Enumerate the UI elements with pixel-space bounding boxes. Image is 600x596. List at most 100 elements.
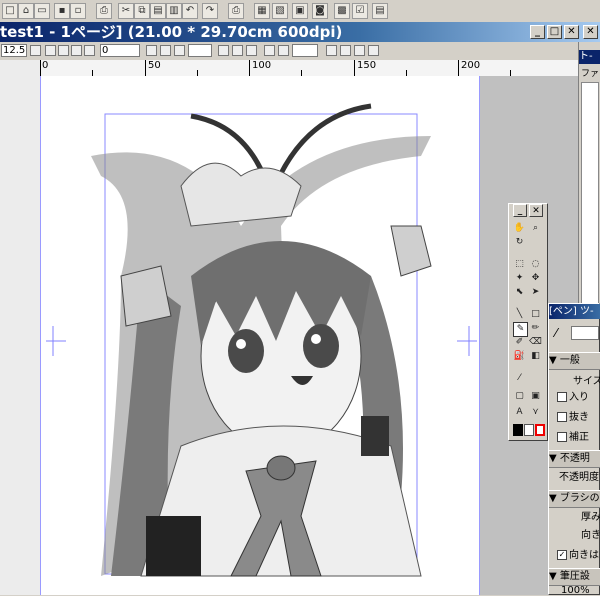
section-opacity-label: 不透明 bbox=[559, 453, 590, 464]
label-correct: 補正 bbox=[569, 432, 589, 443]
transparent-color-icon[interactable] bbox=[535, 424, 545, 436]
view-toolbar: 12.5 0 bbox=[0, 42, 578, 61]
layer2-icon[interactable]: ▧ bbox=[272, 3, 288, 19]
rotate-icon[interactable] bbox=[174, 45, 185, 56]
window-icon[interactable]: ▣ bbox=[292, 3, 308, 19]
layer-icon[interactable]: ▦ bbox=[254, 3, 270, 19]
ruler-icon[interactable] bbox=[218, 45, 229, 56]
redo-icon[interactable]: ↷ bbox=[202, 3, 218, 19]
eyedropper-icon[interactable]: ⁄ bbox=[513, 372, 526, 385]
cut-icon[interactable]: ✂ bbox=[118, 3, 134, 19]
zoom-tool-icon[interactable]: ⌕ bbox=[529, 222, 542, 235]
white-color-icon[interactable] bbox=[524, 424, 534, 436]
bucket-tool-icon[interactable]: ⛽ bbox=[513, 350, 526, 363]
pen-panel-title: [ペン] ツ- bbox=[549, 304, 600, 319]
page-next-icon[interactable] bbox=[71, 45, 82, 56]
layer-move-icon[interactable]: ⬉ bbox=[513, 286, 526, 299]
open-folder-icon[interactable]: ▭ bbox=[34, 3, 50, 19]
frame2-tool-icon[interactable]: ▣ bbox=[529, 390, 542, 403]
save-icon[interactable]: ▪ bbox=[54, 3, 70, 19]
filter-icon[interactable] bbox=[354, 45, 365, 56]
check-row-in[interactable]: 入り bbox=[549, 390, 600, 406]
check-row-out[interactable]: 抜き bbox=[549, 410, 600, 426]
eraser-tool-icon[interactable]: ⌫ bbox=[529, 336, 542, 349]
grid-toggle-icon[interactable] bbox=[232, 45, 243, 56]
new-icon[interactable]: □ bbox=[2, 3, 18, 19]
check-row-direction[interactable]: ✓ 向きは bbox=[549, 548, 600, 564]
section-general[interactable]: ▼ 一般 bbox=[549, 352, 600, 370]
ruler-label-150: 150 bbox=[357, 60, 377, 71]
dock-title: ト- bbox=[579, 50, 600, 64]
view-mode-icon[interactable] bbox=[146, 45, 157, 56]
canvas-area[interactable] bbox=[40, 76, 578, 595]
delete-icon[interactable]: ▥ bbox=[166, 3, 182, 19]
rect-select-icon[interactable]: ⬚ bbox=[513, 258, 526, 271]
palette-minimize-button[interactable]: _ bbox=[513, 204, 527, 217]
ruler-label-200: 200 bbox=[461, 60, 481, 71]
dock-tab-file[interactable]: ファ bbox=[581, 68, 600, 80]
shape-tool-icon[interactable]: □ bbox=[529, 308, 542, 321]
section-pressure[interactable]: ▼ 筆圧設 bbox=[549, 568, 600, 586]
filter2-icon[interactable] bbox=[368, 45, 379, 56]
paper[interactable] bbox=[40, 76, 480, 595]
black-color-icon[interactable] bbox=[513, 424, 523, 436]
check-icon[interactable]: ☑ bbox=[352, 3, 368, 19]
close-button[interactable]: ✕ bbox=[564, 25, 579, 39]
page-first-icon[interactable] bbox=[45, 45, 56, 56]
copy-icon[interactable]: ⧉ bbox=[134, 3, 150, 19]
direction-label: 向き bbox=[581, 530, 600, 541]
pen-tool-icon[interactable]: ✎ bbox=[513, 322, 528, 337]
mesh-icon[interactable]: ▩ bbox=[334, 3, 350, 19]
brush-preview-row: ⁄ bbox=[551, 324, 599, 344]
save-as-icon[interactable]: ▫ bbox=[70, 3, 86, 19]
marker-tool-icon[interactable]: ✐ bbox=[513, 336, 526, 349]
zoom-arrow-icon[interactable] bbox=[30, 45, 41, 56]
text-tool-icon[interactable]: A bbox=[513, 406, 526, 419]
restore-button[interactable]: □ bbox=[547, 25, 562, 39]
rotate-tool-icon[interactable]: ↻ bbox=[513, 236, 526, 249]
snap-icon[interactable] bbox=[264, 45, 275, 56]
guide-icon[interactable] bbox=[246, 45, 257, 56]
checkbox-correct[interactable] bbox=[557, 432, 567, 442]
flip2-icon[interactable] bbox=[340, 45, 351, 56]
wand-tool-icon[interactable]: ✦ bbox=[513, 272, 526, 285]
minimize-button[interactable]: _ bbox=[530, 25, 545, 39]
flip-icon[interactable] bbox=[326, 45, 337, 56]
paste-icon[interactable]: ▤ bbox=[150, 3, 166, 19]
panel-close-button[interactable]: ✕ bbox=[583, 25, 598, 39]
grid-icon[interactable]: ▤ bbox=[372, 3, 388, 19]
pencil-tool-icon[interactable]: ✏ bbox=[529, 322, 542, 335]
image-icon[interactable]: ◙ bbox=[312, 3, 328, 19]
line-tool-icon[interactable]: ╲ bbox=[513, 308, 526, 321]
page-last-icon[interactable] bbox=[84, 45, 95, 56]
zoom-field[interactable]: 12.5 bbox=[1, 44, 27, 57]
snap2-icon[interactable] bbox=[278, 45, 289, 56]
object-select-icon[interactable]: ➤ bbox=[529, 286, 542, 299]
lasso-select-icon[interactable]: ◌ bbox=[529, 258, 542, 271]
snap-field[interactable] bbox=[292, 44, 318, 57]
checkbox-direction[interactable]: ✓ bbox=[557, 550, 567, 560]
balloon-tool-icon[interactable]: ⋎ bbox=[529, 406, 542, 419]
section-brush[interactable]: ▼ ブラシの bbox=[549, 490, 600, 508]
gradient-tool-icon[interactable]: ◧ bbox=[529, 350, 542, 363]
vertical-ruler bbox=[0, 76, 41, 595]
rotate-field[interactable] bbox=[188, 44, 212, 57]
frame-tool-icon[interactable]: ▢ bbox=[513, 390, 526, 403]
view-mode2-icon[interactable] bbox=[160, 45, 171, 56]
open-icon[interactable]: ⌂ bbox=[18, 3, 34, 19]
move-tool-icon[interactable]: ✥ bbox=[529, 272, 542, 285]
page-prev-icon[interactable] bbox=[58, 45, 69, 56]
page-field[interactable]: 0 bbox=[100, 44, 140, 57]
ruler-label-50: 50 bbox=[148, 60, 161, 71]
brush-preview[interactable] bbox=[571, 326, 599, 340]
section-opacity[interactable]: ▼ 不透明 bbox=[549, 450, 600, 468]
checkbox-in[interactable] bbox=[557, 392, 567, 402]
export-icon[interactable]: ⎙ bbox=[96, 3, 112, 19]
hand-tool-icon[interactable]: ✋ bbox=[513, 222, 526, 235]
undo-icon[interactable]: ↶ bbox=[182, 3, 198, 19]
checkbox-out[interactable] bbox=[557, 412, 567, 422]
check-row-correct[interactable]: 補正 bbox=[549, 430, 600, 446]
tools-palette: _ ✕ ✋ ⌕ ↻ ⬚ ◌ ✦ ✥ ⬉ ➤ ╲ □ ✎ ✏ ✐ ⌫ ⛽ ◧ ⁄ … bbox=[508, 203, 548, 441]
palette-close-button[interactable]: ✕ bbox=[529, 204, 543, 217]
print-icon[interactable]: ⎙ bbox=[228, 3, 244, 19]
